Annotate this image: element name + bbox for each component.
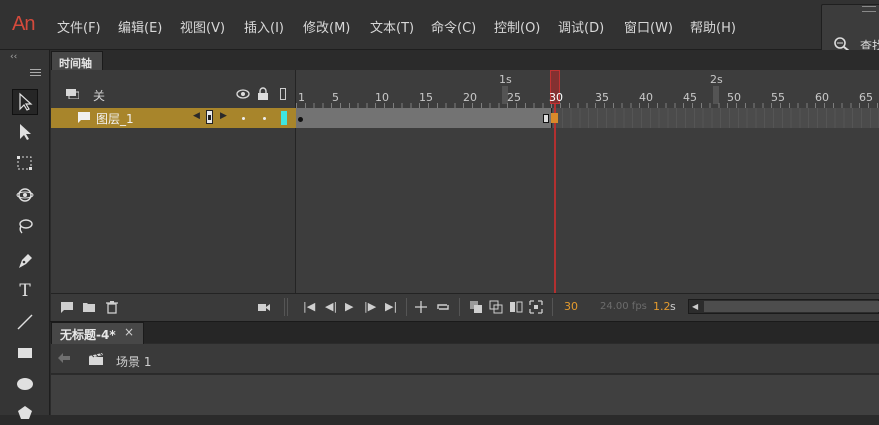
separator <box>406 298 407 316</box>
playhead-line[interactable] <box>554 104 556 293</box>
delete-icon[interactable] <box>105 300 119 314</box>
back-arrow-icon[interactable] <box>57 352 71 364</box>
menu-insert[interactable]: 插入(I) <box>244 17 284 36</box>
separator <box>287 298 288 316</box>
menu-control[interactable]: 控制(O) <box>494 17 540 36</box>
subselection-arrow-icon <box>20 124 31 140</box>
elapsed-time-unit: s <box>670 300 676 313</box>
prev-keyframe-icon[interactable]: ◀ <box>193 111 200 121</box>
free-transform-tool[interactable] <box>12 150 38 176</box>
current-frame-readout[interactable]: 30 <box>564 300 578 313</box>
selection-tool[interactable] <box>12 89 38 115</box>
menu-debug[interactable]: 调试(D) <box>558 17 604 36</box>
menu-window[interactable]: 窗口(W) <box>624 17 673 36</box>
empty-frames[interactable] <box>553 108 879 128</box>
separator <box>552 298 553 316</box>
camera-icon[interactable] <box>257 300 271 314</box>
stage-area[interactable] <box>51 375 879 415</box>
layer-color-swatch[interactable] <box>281 111 287 125</box>
document-tab-bar <box>50 321 879 343</box>
step-forward-icon[interactable]: |▶ <box>364 300 376 313</box>
edit-bar <box>51 344 879 374</box>
modify-markers-icon[interactable] <box>529 300 543 314</box>
playhead-frame-marker <box>551 113 558 123</box>
new-layer-icon[interactable] <box>60 300 74 314</box>
polystar-tool[interactable] <box>12 399 38 425</box>
layer-icon <box>78 112 90 123</box>
separator <box>459 298 460 316</box>
scrollbar-thumb[interactable] <box>704 301 879 312</box>
menu-file[interactable]: 文件(F) <box>57 17 101 36</box>
timeline-tab-bar <box>50 50 879 70</box>
panel-grip-icon[interactable] <box>862 6 876 12</box>
visibility-dot[interactable] <box>242 117 245 120</box>
eye-icon[interactable] <box>236 89 250 99</box>
center-frame-icon[interactable] <box>414 300 428 314</box>
pen-tool[interactable] <box>12 248 38 274</box>
layer-stack-icon[interactable] <box>66 89 79 99</box>
new-folder-icon[interactable] <box>82 300 96 314</box>
lock-dot[interactable] <box>263 117 266 120</box>
second-label: 1s <box>499 73 512 86</box>
3d-rotation-tool[interactable] <box>12 182 38 208</box>
layer-name[interactable]: 图层_1 <box>96 110 134 127</box>
keyframe-toggle-icon[interactable] <box>206 110 213 124</box>
menu-commands[interactable]: 命令(C) <box>431 17 476 36</box>
rectangle-icon <box>18 348 32 358</box>
close-icon[interactable]: × <box>124 325 134 339</box>
step-back-icon[interactable]: ◀| <box>325 300 337 313</box>
scroll-left-icon[interactable]: ◀ <box>692 302 698 311</box>
scene-icon <box>89 353 103 365</box>
edit-multiple-frames-icon[interactable] <box>509 300 523 314</box>
app-logo: An <box>12 13 35 35</box>
menu-text[interactable]: 文本(T) <box>370 17 414 36</box>
selection-arrow-icon <box>19 92 33 111</box>
tab-timeline[interactable]: 时间轴 <box>51 51 103 71</box>
frame-span[interactable] <box>296 108 552 128</box>
play-icon[interactable]: ▶ <box>345 300 353 313</box>
menu-edit[interactable]: 编辑(E) <box>118 17 162 36</box>
second-label: 2s <box>710 73 723 86</box>
loop-icon[interactable] <box>436 300 450 314</box>
end-frame-marker[interactable] <box>543 114 549 123</box>
playhead-frame-label: 30 <box>549 91 563 104</box>
menu-modify[interactable]: 修改(M) <box>303 17 350 36</box>
free-transform-icon <box>17 156 32 170</box>
document-tab-label[interactable]: 无标题-4* <box>60 326 116 343</box>
text-tool[interactable]: T <box>12 278 38 304</box>
polystar-icon <box>18 406 32 419</box>
elapsed-time-readout[interactable]: 1.2 <box>653 300 671 313</box>
oval-icon <box>17 378 33 390</box>
pen-icon <box>19 254 32 268</box>
fps-readout[interactable]: 24.00 fps <box>600 301 647 312</box>
next-keyframe-icon[interactable]: ▶ <box>220 111 227 121</box>
text-tool-icon: T <box>19 281 31 301</box>
second-marker <box>713 86 719 104</box>
panel-menu-icon[interactable] <box>30 69 41 76</box>
lasso-tool[interactable] <box>12 213 38 239</box>
collapse-icon[interactable]: ‹‹ <box>10 52 17 62</box>
keyframe-marker[interactable] <box>298 117 303 122</box>
outline-icon[interactable] <box>280 88 286 100</box>
lock-icon[interactable] <box>257 87 269 100</box>
lasso-icon <box>19 219 33 234</box>
onion-skin-icon[interactable] <box>469 300 483 314</box>
oval-tool[interactable] <box>12 371 38 397</box>
line-icon <box>17 314 33 330</box>
separator <box>284 298 285 316</box>
first-frame-icon[interactable]: |◀ <box>303 300 315 313</box>
layer-header-label: 关 <box>93 89 106 103</box>
subselection-tool[interactable] <box>12 119 38 145</box>
last-frame-icon[interactable]: ▶| <box>385 300 397 313</box>
line-tool[interactable] <box>12 309 38 335</box>
onion-outline-icon[interactable] <box>489 300 503 314</box>
menu-help[interactable]: 帮助(H) <box>690 17 736 36</box>
rectangle-tool[interactable] <box>12 340 38 366</box>
scene-label[interactable]: 场景 1 <box>116 353 151 370</box>
3d-rotation-icon <box>16 188 34 202</box>
menu-view[interactable]: 视图(V) <box>180 17 225 36</box>
